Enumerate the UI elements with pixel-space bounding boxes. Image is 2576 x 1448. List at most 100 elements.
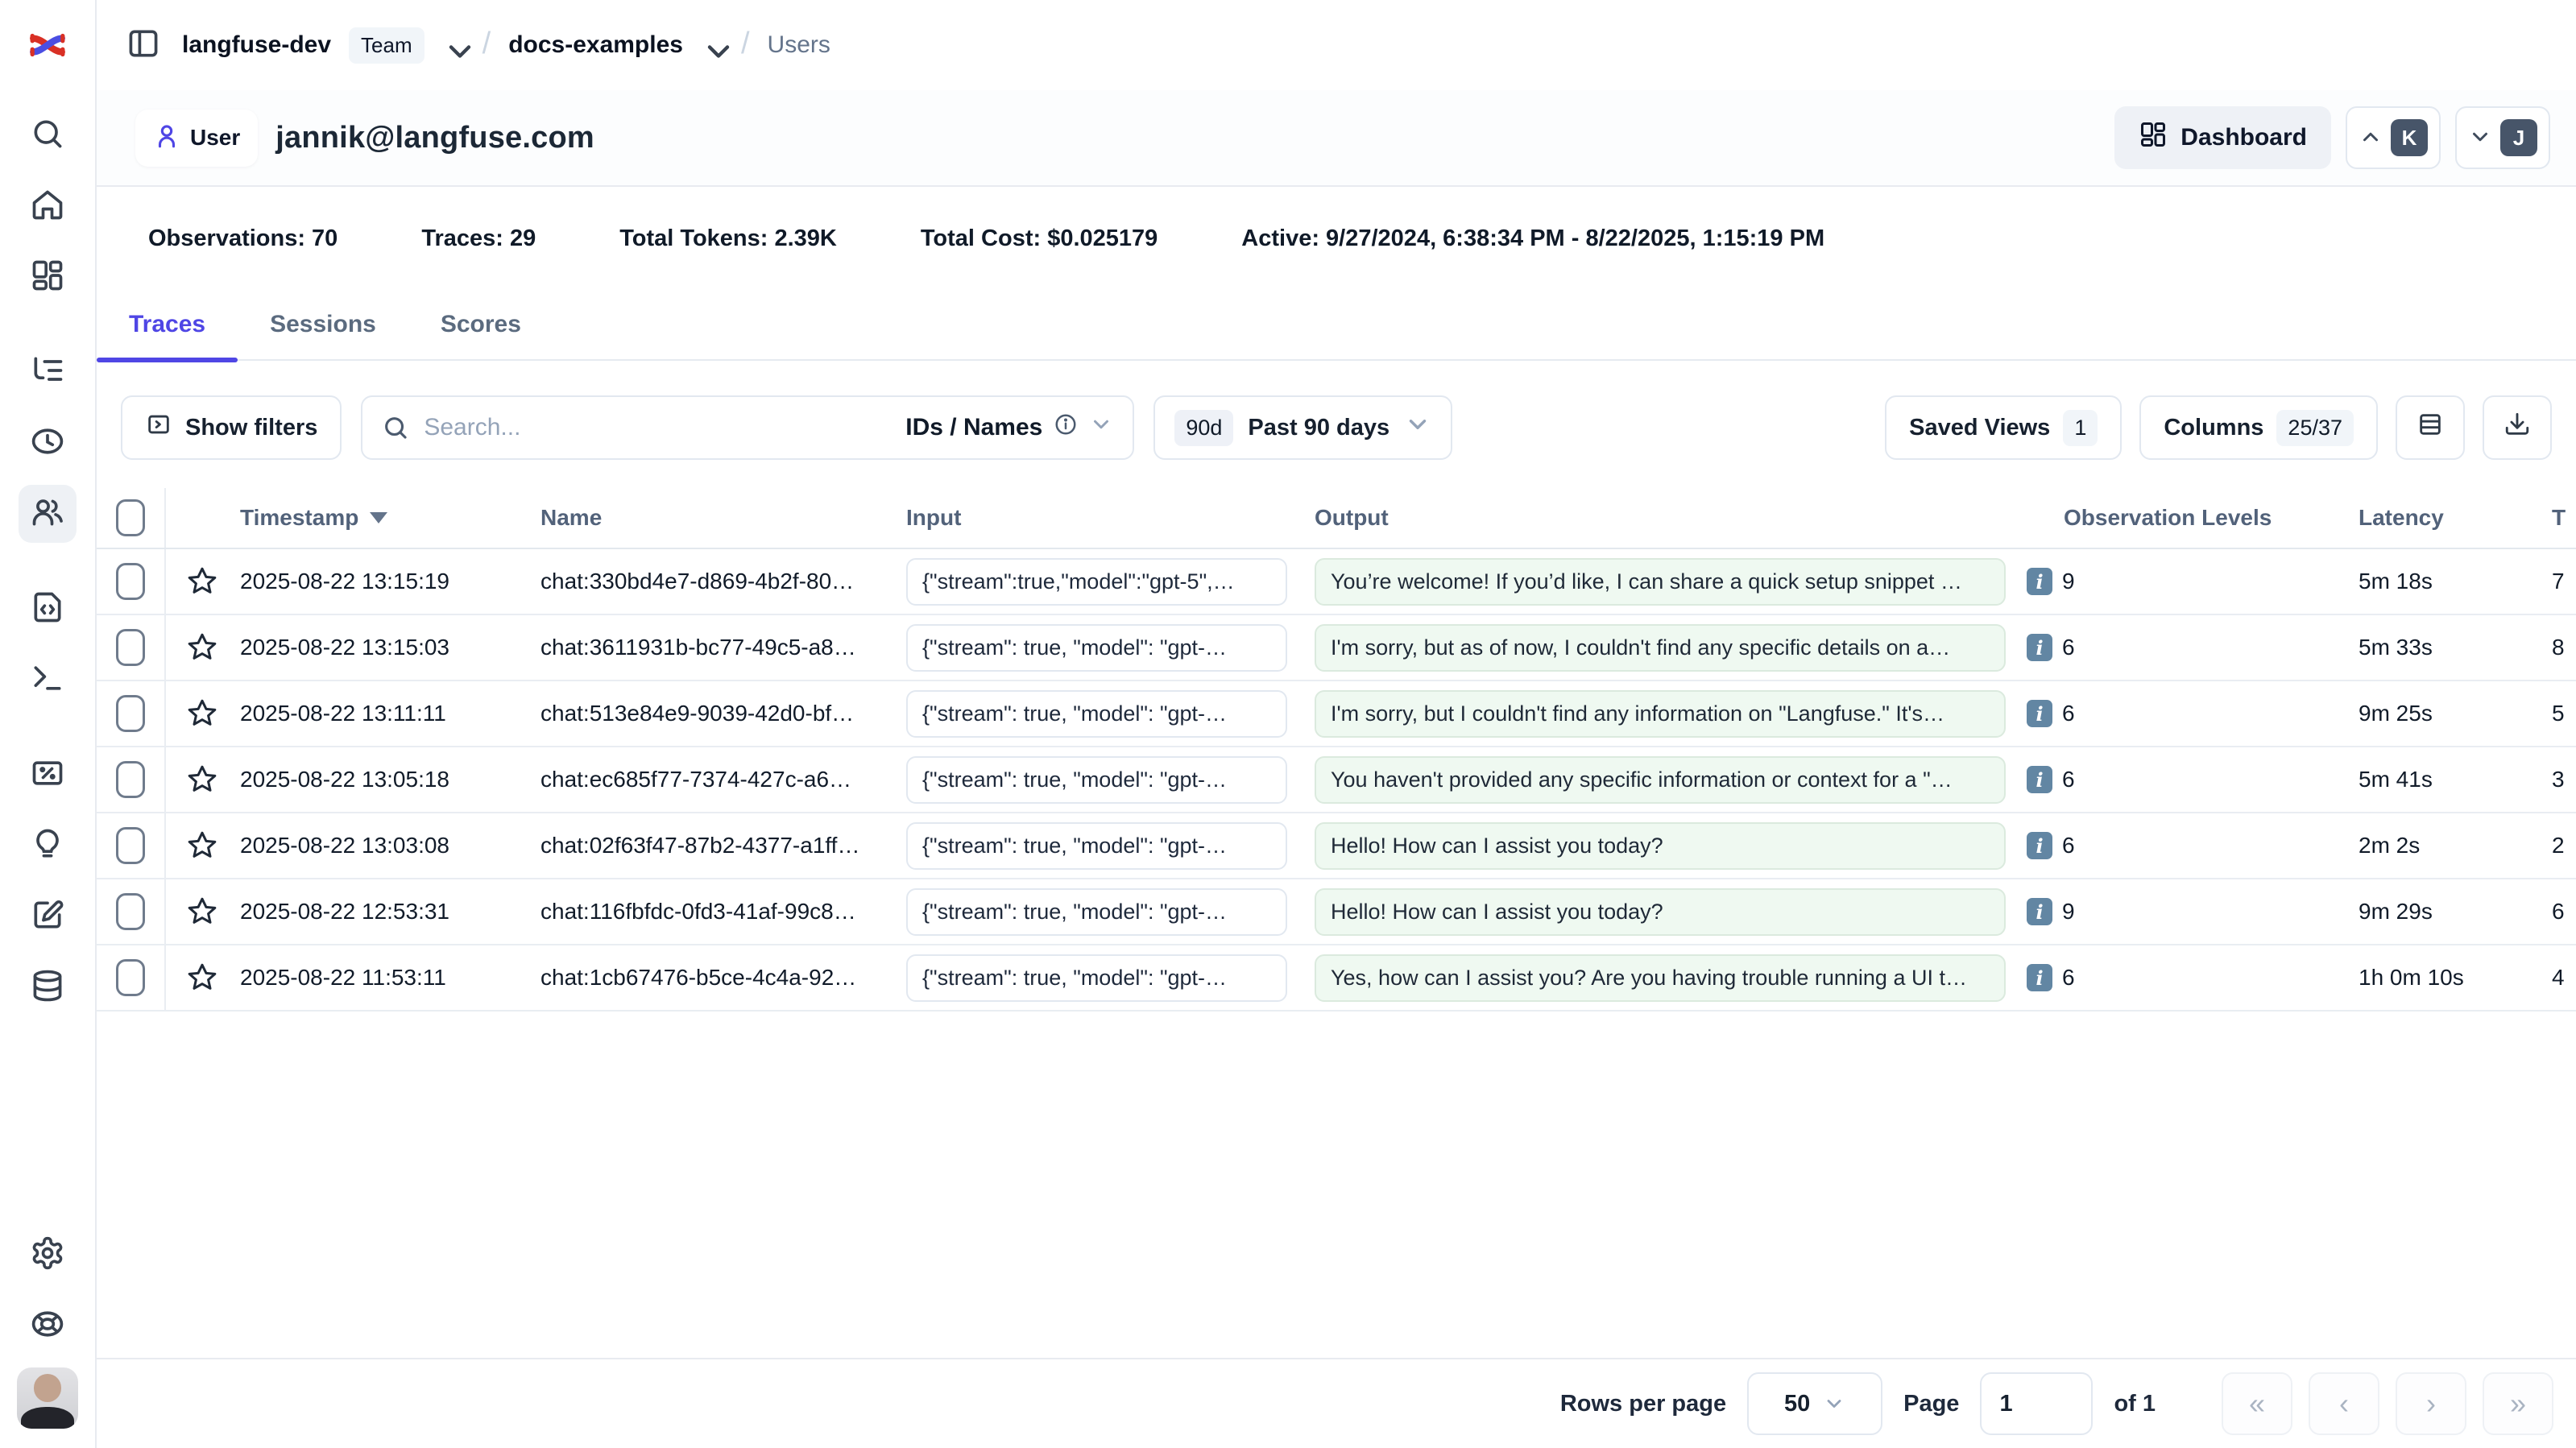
trace-input-preview[interactable]: {"stream":true,"model":"gpt-5",… (906, 558, 1287, 606)
trace-timestamp[interactable]: 2025-08-22 13:15:03 (240, 635, 449, 660)
date-range-button[interactable]: 90d Past 90 days (1153, 395, 1452, 460)
star-icon[interactable] (186, 631, 218, 664)
sidebar-item-settings[interactable] (19, 1226, 77, 1284)
breadcrumb-org[interactable]: langfuse-dev (182, 31, 331, 59)
trace-name[interactable]: chat:ec685f77-7374-427c-a6… (540, 767, 851, 792)
sidebar-item-annotation[interactable] (19, 887, 77, 945)
row-checkbox[interactable] (116, 959, 145, 996)
sidebar-item-home[interactable] (19, 177, 77, 235)
previous-page-button[interactable]: ‹ (2309, 1372, 2379, 1435)
trace-timestamp[interactable]: 2025-08-22 13:05:18 (240, 767, 449, 792)
table-row[interactable]: 2025-08-22 11:53:11 chat:1cb67476-b5ce-4… (97, 945, 2576, 1012)
sidebar-item-search[interactable] (19, 106, 77, 164)
next-page-button[interactable]: › (2396, 1372, 2466, 1435)
chevron-down-icon[interactable] (701, 34, 723, 56)
star-icon[interactable] (186, 565, 218, 598)
row-checkbox[interactable] (116, 563, 145, 600)
row-height-button[interactable] (2396, 395, 2465, 460)
trace-name[interactable]: chat:116fbfdc-0fd3-41af-99c8… (540, 899, 856, 925)
show-filters-button[interactable]: Show filters (121, 395, 342, 460)
trace-output-preview[interactable]: Hello! How can I assist you today? (1315, 888, 2006, 936)
sidebar-item-tracing[interactable] (19, 343, 77, 401)
first-page-button[interactable]: « (2222, 1372, 2292, 1435)
column-header-latency[interactable]: Latency (2336, 488, 2529, 548)
trace-output-preview[interactable]: Yes, how can I assist you? Are you havin… (1315, 954, 2006, 1002)
search-input[interactable] (409, 414, 905, 441)
column-header-observation-levels[interactable]: Observation Levels (2022, 488, 2336, 548)
column-header-input[interactable]: Input (879, 488, 1305, 548)
column-header-name[interactable]: Name (524, 488, 879, 548)
panel-left-icon[interactable] (126, 26, 161, 65)
trace-output-preview[interactable]: You’re welcome! If you’d like, I can sha… (1315, 558, 2006, 606)
trace-name[interactable]: chat:330bd4e7-d869-4b2f-80… (540, 569, 854, 594)
trace-latency: 2m 2s (2359, 833, 2420, 858)
trace-name[interactable]: chat:1cb67476-b5ce-4c4a-92… (540, 965, 856, 991)
trace-output-preview[interactable]: Hello! How can I assist you today? (1315, 822, 2006, 870)
sidebar-item-dashboards[interactable] (19, 248, 77, 306)
table-row[interactable]: 2025-08-22 13:05:18 chat:ec685f77-7374-4… (97, 747, 2576, 813)
trace-name[interactable]: chat:513e84e9-9039-42d0-bf… (540, 701, 854, 726)
star-icon[interactable] (186, 829, 218, 862)
row-checkbox[interactable] (116, 761, 145, 798)
sidebar-item-playground[interactable] (19, 651, 77, 709)
trace-input-preview[interactable]: {"stream": true, "model": "gpt-… (906, 624, 1287, 672)
sidebar-item-datasets[interactable] (19, 958, 77, 1016)
sidebar-item-prompts[interactable] (19, 580, 77, 638)
trace-input-preview[interactable]: {"stream": true, "model": "gpt-… (906, 888, 1287, 936)
previous-user-button[interactable]: K (2346, 106, 2441, 169)
sidebar-item-evaluation[interactable] (19, 746, 77, 804)
star-icon[interactable] (186, 962, 218, 994)
trace-name[interactable]: chat:02f63f47-87b2-4377-a1ff… (540, 833, 859, 858)
tab-scores[interactable]: Scores (408, 311, 553, 359)
select-all-checkbox[interactable] (116, 499, 145, 536)
breadcrumb-project[interactable]: docs-examples (508, 31, 683, 59)
star-icon[interactable] (186, 763, 218, 796)
sidebar-item-judge[interactable] (19, 817, 77, 875)
table-row[interactable]: 2025-08-22 12:53:31 chat:116fbfdc-0fd3-4… (97, 879, 2576, 945)
chevron-down-icon[interactable] (442, 34, 465, 56)
column-header-output[interactable]: Output (1305, 488, 2022, 548)
trace-output-preview[interactable]: I'm sorry, but as of now, I couldn't fin… (1315, 624, 2006, 672)
star-icon[interactable] (186, 697, 218, 730)
table-row[interactable]: 2025-08-22 13:15:19 chat:330bd4e7-d869-4… (97, 549, 2576, 615)
tab-traces[interactable]: Traces (97, 311, 238, 359)
sidebar-item-users[interactable] (19, 485, 77, 543)
column-header-timestamp[interactable]: Timestamp (238, 488, 524, 548)
rows-per-page-select[interactable]: 50 (1747, 1372, 1882, 1435)
trace-timestamp[interactable]: 2025-08-22 12:53:31 (240, 899, 449, 925)
sidebar-item-sessions[interactable] (19, 414, 77, 472)
langfuse-logo[interactable] (19, 21, 77, 69)
trace-output-preview[interactable]: You haven't provided any specific inform… (1315, 756, 2006, 804)
trace-timestamp[interactable]: 2025-08-22 13:03:08 (240, 833, 449, 858)
columns-button[interactable]: Columns 25/37 (2139, 395, 2378, 460)
header-actions: Dashboard K J (2114, 106, 2550, 169)
column-header-truncated[interactable]: T (2529, 488, 2576, 548)
tab-sessions[interactable]: Sessions (238, 311, 408, 359)
dashboard-button[interactable]: Dashboard (2114, 106, 2331, 169)
table-row[interactable]: 2025-08-22 13:11:11 chat:513e84e9-9039-4… (97, 681, 2576, 747)
trace-output-preview[interactable]: I'm sorry, but I couldn't find any infor… (1315, 690, 2006, 738)
user-avatar[interactable] (17, 1367, 78, 1429)
table-row[interactable]: 2025-08-22 13:15:03 chat:3611931b-bc77-4… (97, 615, 2576, 681)
trace-input-preview[interactable]: {"stream": true, "model": "gpt-… (906, 690, 1287, 738)
export-button[interactable] (2483, 395, 2552, 460)
trace-name[interactable]: chat:3611931b-bc77-49c5-a8… (540, 635, 856, 660)
star-icon[interactable] (186, 896, 218, 928)
saved-views-button[interactable]: Saved Views 1 (1885, 395, 2122, 460)
row-checkbox[interactable] (116, 827, 145, 864)
row-checkbox[interactable] (116, 695, 145, 732)
trace-input-preview[interactable]: {"stream": true, "model": "gpt-… (906, 954, 1287, 1002)
next-user-button[interactable]: J (2455, 106, 2550, 169)
trace-timestamp[interactable]: 2025-08-22 13:15:19 (240, 569, 449, 594)
page-number-input[interactable] (1980, 1372, 2093, 1435)
trace-timestamp[interactable]: 2025-08-22 11:53:11 (240, 965, 446, 991)
trace-timestamp[interactable]: 2025-08-22 13:11:11 (240, 701, 446, 726)
table-row[interactable]: 2025-08-22 13:03:08 chat:02f63f47-87b2-4… (97, 813, 2576, 879)
sidebar-item-support[interactable] (19, 1297, 77, 1355)
row-checkbox[interactable] (116, 893, 145, 930)
trace-input-preview[interactable]: {"stream": true, "model": "gpt-… (906, 756, 1287, 804)
trace-input-preview[interactable]: {"stream": true, "model": "gpt-… (906, 822, 1287, 870)
search-scope-dropdown[interactable]: IDs / Names (905, 412, 1113, 443)
last-page-button[interactable]: » (2483, 1372, 2553, 1435)
row-checkbox[interactable] (116, 629, 145, 666)
